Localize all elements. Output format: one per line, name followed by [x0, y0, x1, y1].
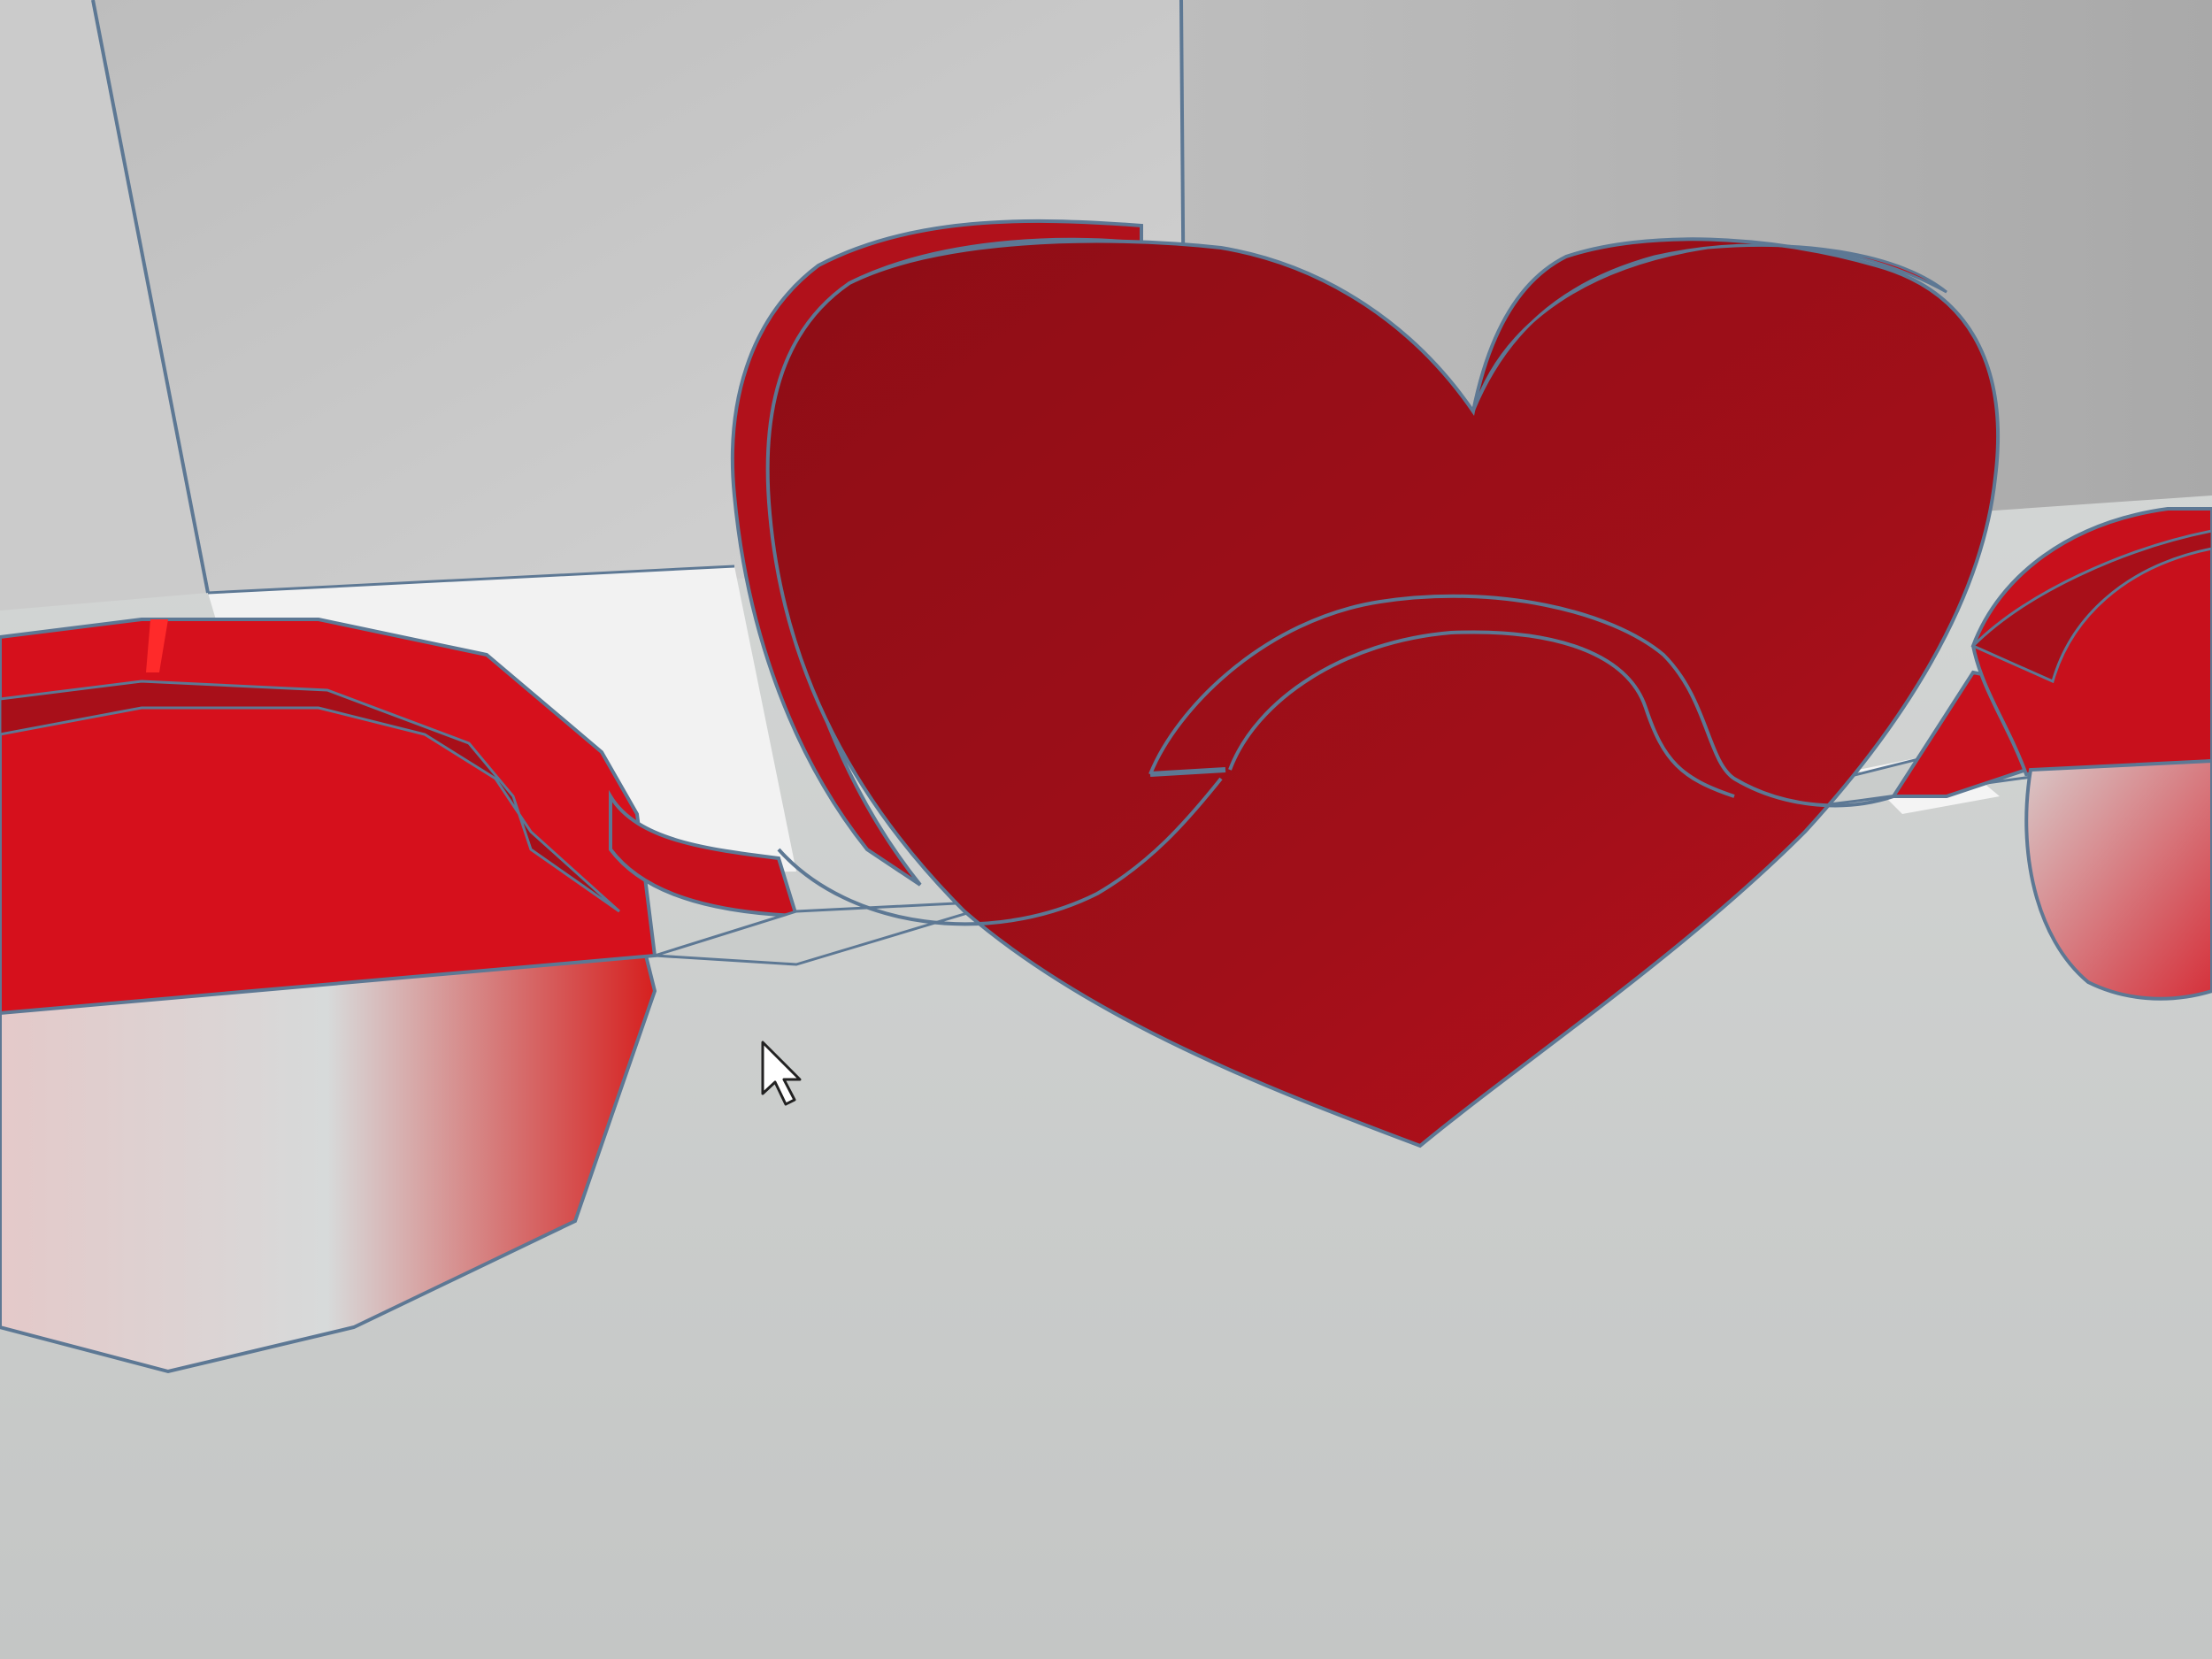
3d-viewport[interactable] — [0, 0, 2212, 1659]
